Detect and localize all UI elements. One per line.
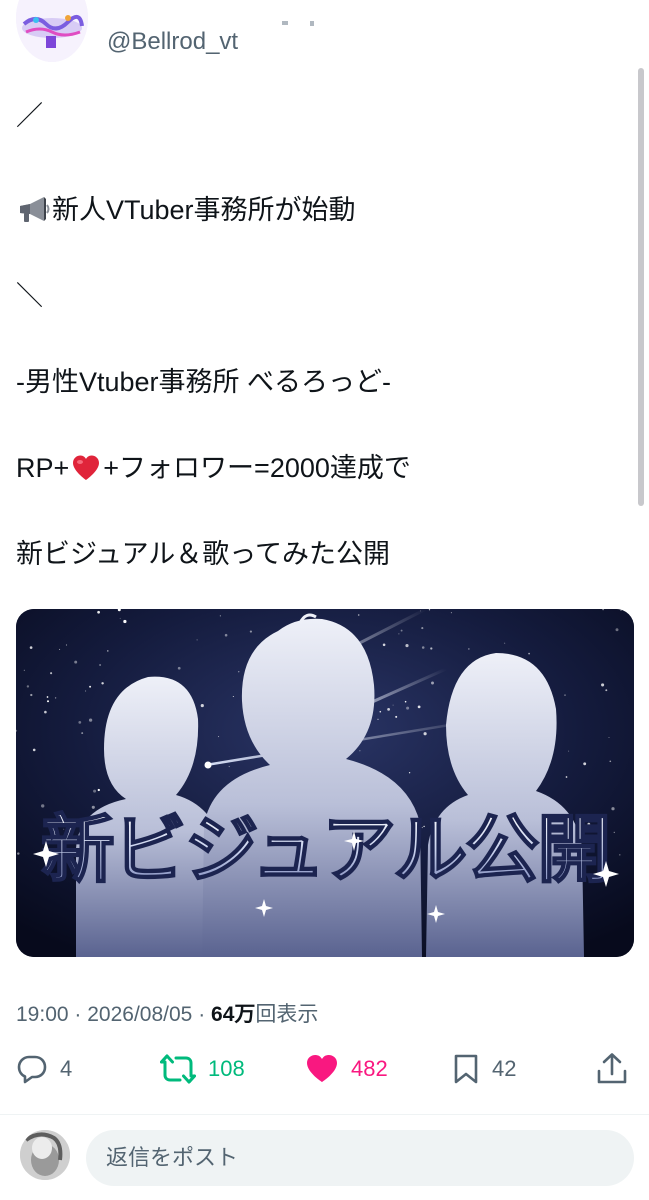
display-name-fragment [282, 14, 322, 26]
views-label: 回表示 [255, 1003, 319, 1026]
goal-text-suffix: +フォロワー=2000達成で [103, 453, 411, 483]
reply-button[interactable]: 4 [16, 1046, 72, 1092]
author-handle[interactable]: @Bellrod_vt [107, 28, 238, 56]
tweet-line-announcement: 新人VTuber事務所が始動 [16, 192, 356, 228]
tweet-header: @Bellrod_vt [0, 0, 649, 78]
tweet-date[interactable]: 2026/08/05 [87, 1003, 192, 1026]
tweet-time[interactable]: 19:00 [16, 1003, 69, 1026]
reply-icon [17, 1055, 47, 1084]
repost-count: 108 [208, 1056, 245, 1081]
bookmark-button[interactable]: 42 [452, 1046, 516, 1092]
bookmark-count: 42 [492, 1056, 517, 1081]
tweet-line-bracket-close: ＼ [16, 281, 43, 311]
goal-text-prefix: RP+ [16, 453, 70, 483]
tweet-meta: 19:00 · 2026/08/05 · 64万回表示 [16, 998, 318, 1028]
repost-button[interactable]: 108 [160, 1046, 245, 1092]
heart-filled-icon [307, 1055, 337, 1082]
reply-count: 4 [60, 1056, 73, 1081]
tweet-detail-page: @Bellrod_vt ／ 新人VTuber事務所が始動 ＼ -男性Vtuber… [0, 0, 649, 1200]
like-button[interactable]: 482 [305, 1046, 388, 1092]
new-visual-banner: 新ビジュアル公開 [16, 609, 634, 957]
tweet-line-agency: -男性Vtuber事務所 べるろっど- [16, 367, 392, 397]
tweet-line-goal: RP+ +フォロワー=2000達成で [16, 450, 411, 486]
announcement-text: 新人VTuber事務所が始動 [52, 195, 356, 225]
banner-text: 新ビジュアル公開 [41, 807, 610, 893]
tweet-line-bracket-open: ／ [16, 101, 43, 131]
share-icon [597, 1053, 627, 1084]
share-button[interactable] [596, 1046, 628, 1092]
repost-icon [160, 1054, 196, 1084]
heart-emoji-icon [71, 454, 101, 482]
tweet-media-image[interactable]: 新ビジュアル公開 [16, 609, 634, 957]
divider [0, 1114, 649, 1115]
tweet-actions: 4 108 482 42 [0, 1046, 649, 1092]
author-avatar-logo [16, 0, 88, 62]
like-count: 482 [351, 1056, 388, 1081]
tweet-line-reveal: 新ビジュアル＆歌ってみた公開 [16, 539, 390, 569]
bookmark-icon [454, 1054, 478, 1084]
reply-input[interactable] [86, 1130, 634, 1186]
author-avatar[interactable] [16, 0, 88, 62]
views-count: 64万 [211, 1003, 256, 1026]
meta-separator: · [74, 1003, 82, 1026]
megaphone-icon [16, 195, 50, 225]
user-avatar[interactable] [20, 1130, 70, 1180]
scrollbar[interactable] [638, 68, 644, 506]
meta-separator: · [198, 1003, 206, 1026]
